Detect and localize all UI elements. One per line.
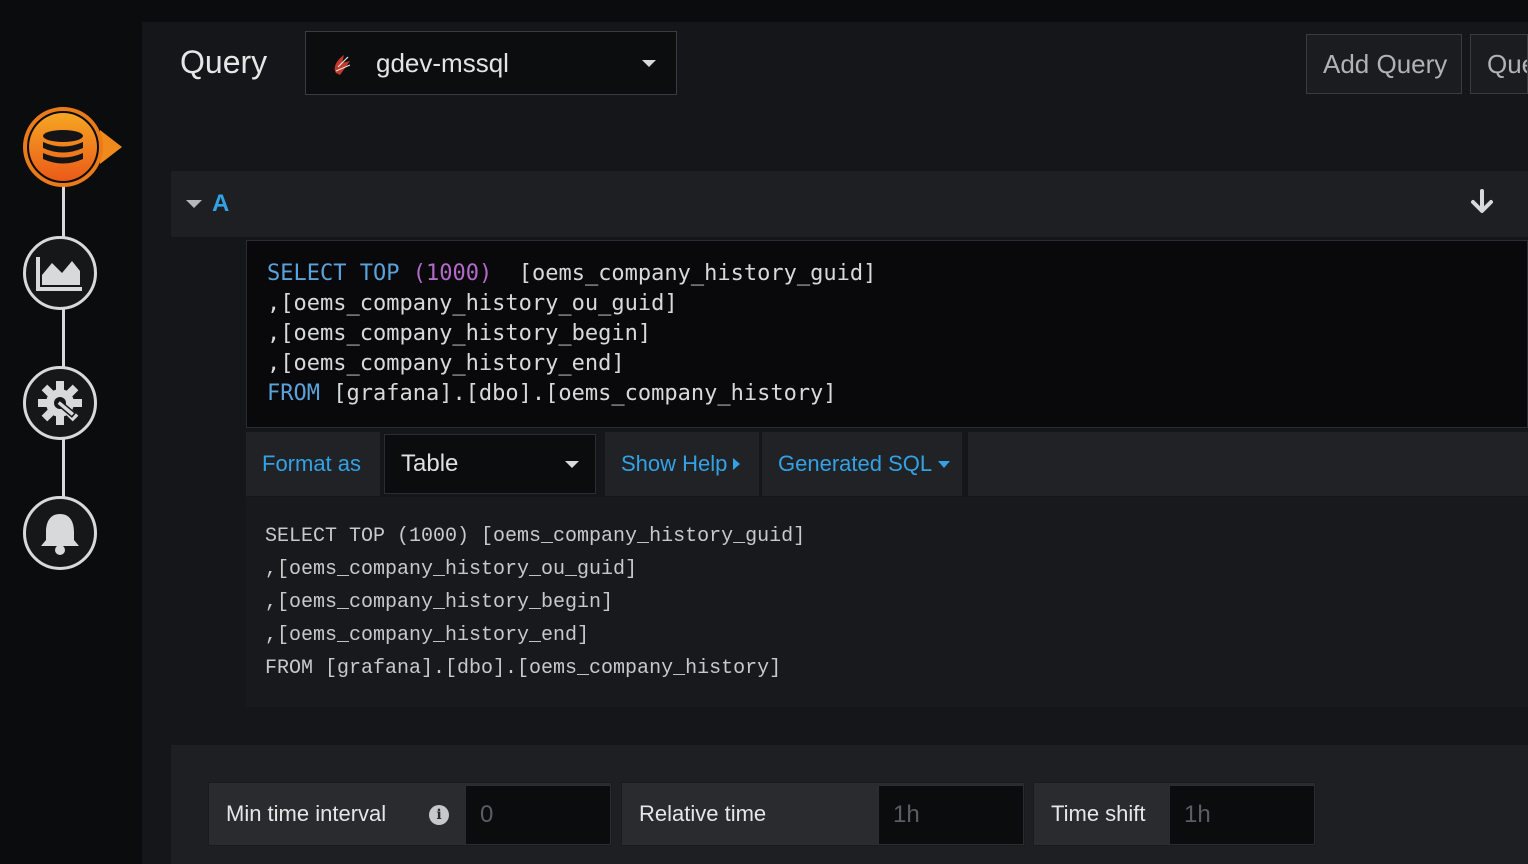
query-row-toggle[interactable]: A [186, 190, 229, 218]
generated-sql-panel: SELECT TOP (1000) [oems_company_history_… [246, 497, 1528, 707]
sql-text: [oems_company_history_guid] [518, 261, 877, 286]
show-help-label: Show Help [621, 451, 728, 476]
query-row-header [171, 171, 1528, 237]
step-visualization[interactable] [23, 236, 97, 310]
time-shift-group: Time shift 1h [1033, 782, 1316, 846]
generated-sql-label: Generated SQL [778, 451, 933, 476]
sql-text: [grafana].[dbo].[oems_company_history] [333, 381, 837, 406]
query-ref-id: A [212, 190, 230, 217]
generated-sql-line: ,[oems_company_history_ou_guid] [265, 558, 638, 581]
format-as-label: Format as [262, 451, 362, 476]
step-general[interactable] [23, 366, 97, 440]
relative-time-input[interactable]: 1h [878, 785, 1024, 845]
arrow-down-icon[interactable] [1468, 188, 1496, 216]
min-time-interval-group: Min time interval i 0 [208, 782, 612, 846]
show-help-button[interactable]: Show Help [605, 432, 759, 496]
wizard-connector [62, 180, 65, 510]
sql-line: ,[oems_company_history_end] [267, 351, 625, 376]
format-as-label-box: Format as [246, 432, 380, 496]
top-strip [0, 0, 1528, 22]
caret-down-icon [938, 460, 951, 468]
sql-number: (1000) [412, 261, 493, 286]
relative-time-label: Relative time [639, 801, 767, 826]
chevron-down-icon [565, 460, 579, 468]
generated-sql-line: ,[oems_company_history_end] [265, 624, 590, 647]
info-icon[interactable]: i [429, 805, 449, 825]
time-shift-label: Time shift [1051, 801, 1146, 826]
sql-keyword: SELECT [267, 261, 347, 286]
datasource-name: gdev-mssql [376, 47, 509, 78]
mssql-logo-icon [334, 55, 351, 75]
generated-sql-line: ,[oems_company_history_begin] [265, 591, 614, 614]
collapse-icon [186, 200, 202, 208]
query-inspector-button[interactable]: Que [1470, 34, 1528, 94]
active-step-pointer [100, 130, 122, 164]
sql-line: ,[oems_company_history_ou_guid] [267, 291, 678, 316]
min-time-interval-label: Min time interval [226, 801, 387, 826]
sql-keyword: TOP [359, 261, 400, 286]
page-title: Query [180, 44, 268, 80]
format-select[interactable]: Table [384, 434, 596, 494]
relative-time-group: Relative time 1h [621, 782, 1025, 846]
gear-wrench-icon [38, 381, 82, 425]
datasource-select[interactable]: gdev-mssql [305, 31, 677, 95]
chevron-down-icon [642, 59, 656, 67]
generated-sql-button[interactable]: Generated SQL [762, 432, 962, 496]
area-chart-icon [36, 257, 82, 291]
step-queries[interactable] [23, 107, 103, 187]
query-toolbar: Format as Table Show Help Generated SQL [246, 432, 1528, 496]
add-query-button[interactable]: Add Query [1306, 34, 1462, 94]
caret-right-icon [733, 458, 741, 470]
toolbar-filler [968, 432, 1528, 496]
sql-keyword: FROM [267, 381, 320, 406]
database-icon [29, 113, 97, 181]
generated-sql-line: SELECT TOP (1000) [oems_company_history_… [265, 525, 806, 548]
step-alert[interactable] [23, 496, 97, 570]
bell-icon [41, 514, 79, 555]
generated-sql-line: FROM [grafana].[dbo].[oems_company_histo… [265, 657, 782, 680]
sql-line: ,[oems_company_history_begin] [267, 321, 652, 346]
format-value: Table [401, 450, 459, 477]
min-time-interval-input[interactable]: 0 [465, 785, 611, 845]
time-shift-input[interactable]: 1h [1169, 785, 1315, 845]
sql-editor[interactable]: SELECT TOP (1000) [oems_company_history_… [246, 240, 1528, 428]
